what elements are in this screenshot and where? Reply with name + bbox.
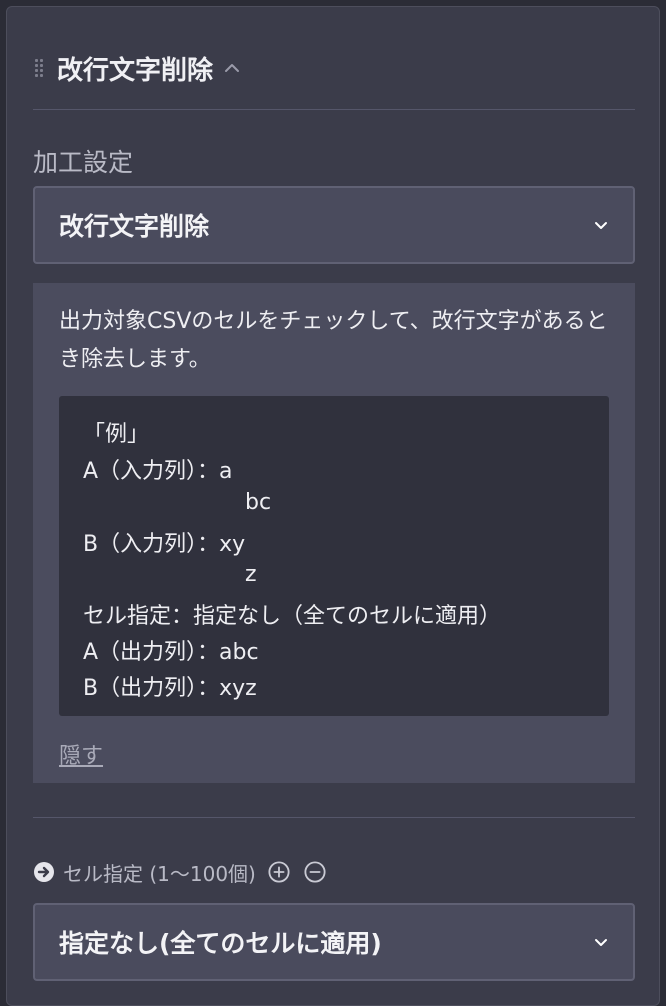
processing-select-value: 改行文字削除	[59, 212, 210, 241]
hide-link[interactable]: 隠す	[59, 738, 103, 770]
processing-select[interactable]: 改行文字削除	[33, 186, 635, 264]
arrow-right-circle-icon	[34, 862, 54, 882]
info-box: 出力対象CSVのセルをチェックして、改行文字があるとき除去します。 「例」 A（…	[33, 283, 635, 783]
example-line: 「例」	[83, 422, 150, 447]
cell-spec-select[interactable]: 指定なし(全てのセルに適用)	[33, 903, 635, 981]
example-line: B（出力列）：xyz	[83, 676, 257, 701]
example-line: z	[245, 562, 257, 587]
process-panel: 改行文字削除 加工設定 改行文字削除 出力対象CSVのセルをチェックして、改行文…	[6, 6, 660, 1006]
example-line: bc	[245, 490, 272, 515]
example-block: 「例」 A（入力列）：a bc B（入力列）：xy z セル指定：指定なし（全て…	[59, 396, 609, 716]
minus-circle-icon[interactable]	[304, 861, 326, 883]
example-line: A（入力列）：a	[83, 459, 233, 484]
info-description: 出力対象CSVのセルをチェックして、改行文字があるとき除去します。	[59, 309, 608, 372]
processing-setting-label: 加工設定	[33, 148, 134, 177]
header-divider	[33, 109, 635, 110]
chevron-down-icon	[595, 222, 607, 229]
cell-spec-select-value: 指定なし(全てのセルに適用)	[59, 929, 382, 958]
example-line: A（出力列）：abc	[83, 640, 259, 665]
example-line: B（入力列）：xy	[83, 532, 246, 557]
drag-handle-icon[interactable]	[35, 59, 43, 77]
plus-circle-icon[interactable]	[268, 861, 290, 883]
cell-spec-label-row: セル指定 (1〜100個)	[33, 855, 326, 889]
chevron-down-icon	[595, 939, 607, 946]
chevron-up-icon[interactable]	[223, 59, 241, 77]
panel-title: 改行文字削除	[57, 55, 214, 86]
panel-header: 改行文字削除	[35, 43, 241, 93]
cell-spec-label: セル指定 (1〜100個)	[63, 861, 256, 886]
section-divider	[33, 817, 635, 818]
example-line: セル指定：指定なし（全てのセルに適用）	[83, 604, 502, 629]
